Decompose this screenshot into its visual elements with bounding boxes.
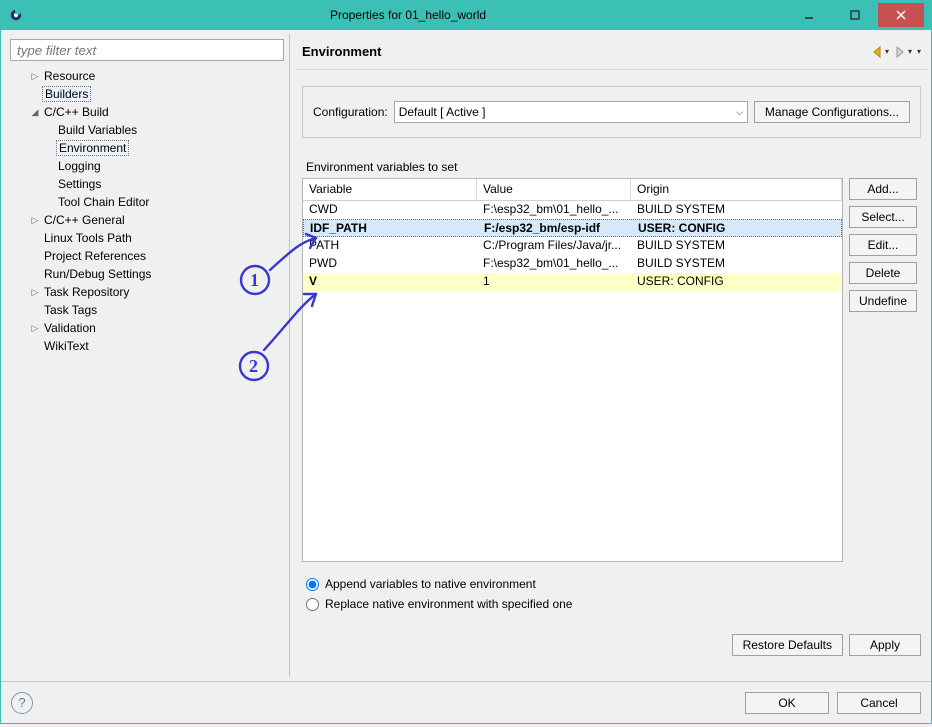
column-variable[interactable]: Variable <box>303 179 477 200</box>
delete-button[interactable]: Delete <box>849 262 917 284</box>
cell-variable: CWD <box>303 201 477 219</box>
configuration-value: Default [ Active ] <box>399 105 486 119</box>
table-row[interactable]: PATHC:/Program Files/Java/jr...BUILD SYS… <box>303 237 842 255</box>
category-tree[interactable]: ▷ResourceBuilders◢C/C++ BuildBuild Varia… <box>8 67 286 676</box>
apply-button[interactable]: Apply <box>849 634 921 656</box>
tree-item-label: Project References <box>42 249 148 263</box>
cell-variable: IDF_PATH <box>304 220 478 236</box>
configuration-label: Configuration: <box>313 105 388 119</box>
tree-item[interactable]: ▷C/C++ General <box>12 211 286 229</box>
tree-item-label: Tool Chain Editor <box>56 195 151 209</box>
replace-radio[interactable] <box>306 598 319 611</box>
cell-origin: USER: CONFIG <box>631 273 842 291</box>
cell-origin: USER: CONFIG <box>632 220 841 236</box>
category-tree-panel: ▷ResourceBuilders◢C/C++ BuildBuild Varia… <box>5 34 289 677</box>
table-row[interactable]: V1USER: CONFIG <box>303 273 842 291</box>
tree-item[interactable]: Tool Chain Editor <box>12 193 286 211</box>
nav-menu-icon[interactable]: ▾ <box>916 47 921 56</box>
dialog-footer: ? OK Cancel <box>1 681 931 723</box>
tree-item-label: Settings <box>56 177 103 191</box>
tree-item[interactable]: Run/Debug Settings <box>12 265 286 283</box>
app-icon <box>8 7 24 23</box>
restore-defaults-button[interactable]: Restore Defaults <box>732 634 843 656</box>
chevron-down-icon: ⌵ <box>736 107 743 118</box>
tree-item[interactable]: Project References <box>12 247 286 265</box>
tree-item[interactable]: ▷Validation <box>12 319 286 337</box>
table-row[interactable]: CWDF:\esp32_bm\01_hello_...BUILD SYSTEM <box>303 201 842 219</box>
tree-item[interactable]: Environment <box>12 139 286 157</box>
tree-expand-icon[interactable]: ▷ <box>28 287 42 298</box>
tree-item[interactable]: Linux Tools Path <box>12 229 286 247</box>
tree-item[interactable]: Task Tags <box>12 301 286 319</box>
ok-button[interactable]: OK <box>745 692 829 714</box>
tree-item-label: Task Tags <box>42 303 99 317</box>
add-button[interactable]: Add... <box>849 178 917 200</box>
env-vars-table[interactable]: Variable Value Origin CWDF:\esp32_bm\01_… <box>302 178 843 562</box>
nav-back-icon[interactable]: ▾ <box>870 45 889 59</box>
tree-item-label: WikiText <box>42 339 91 353</box>
tree-item-label: C/C++ Build <box>42 105 111 119</box>
cell-value: F:\esp32_bm\01_hello_... <box>477 201 631 219</box>
append-radio-label: Append variables to native environment <box>325 577 536 591</box>
configuration-group: Configuration: Default [ Active ] ⌵ Mana… <box>302 86 921 138</box>
tree-item[interactable]: ◢C/C++ Build <box>12 103 286 121</box>
cell-value: F:/esp32_bm/esp-idf <box>478 220 632 236</box>
window-titlebar: Properties for 01_hello_world <box>0 0 932 30</box>
page-title: Environment <box>302 44 870 59</box>
table-row[interactable]: IDF_PATHF:/esp32_bm/esp-idfUSER: CONFIG <box>303 219 842 237</box>
replace-radio-label: Replace native environment with specifie… <box>325 597 572 611</box>
tree-item-label: Resource <box>42 69 97 83</box>
properties-page: Environment ▾ ▾ ▾ Configuration: Default… <box>289 34 927 677</box>
cell-origin: BUILD SYSTEM <box>631 255 842 273</box>
column-origin[interactable]: Origin <box>631 179 842 200</box>
tree-item[interactable]: Settings <box>12 175 286 193</box>
tree-item[interactable]: Logging <box>12 157 286 175</box>
cell-variable: V <box>303 273 477 291</box>
table-row[interactable]: PWDF:\esp32_bm\01_hello_...BUILD SYSTEM <box>303 255 842 273</box>
column-value[interactable]: Value <box>477 179 631 200</box>
tree-item[interactable]: ▷Resource <box>12 67 286 85</box>
tree-item-label: Linux Tools Path <box>42 231 134 245</box>
window-title: Properties for 01_hello_world <box>30 8 786 22</box>
cell-value: F:\esp32_bm\01_hello_... <box>477 255 631 273</box>
filter-input[interactable] <box>10 39 284 61</box>
manage-configurations-button[interactable]: Manage Configurations... <box>754 101 910 123</box>
nav-forward-icon[interactable]: ▾ <box>893 45 912 59</box>
cell-origin: BUILD SYSTEM <box>631 201 842 219</box>
tree-item-label: Validation <box>42 321 98 335</box>
tree-item-label: Run/Debug Settings <box>42 267 153 281</box>
tree-expand-icon[interactable]: ▷ <box>28 323 42 334</box>
tree-item[interactable]: Builders <box>12 85 286 103</box>
tree-item[interactable]: Build Variables <box>12 121 286 139</box>
tree-item-label: Task Repository <box>42 285 131 299</box>
cancel-button[interactable]: Cancel <box>837 692 921 714</box>
select-button[interactable]: Select... <box>849 206 917 228</box>
tree-item[interactable]: WikiText <box>12 337 286 355</box>
help-icon[interactable]: ? <box>11 692 33 714</box>
cell-value: C:/Program Files/Java/jr... <box>477 237 631 255</box>
tree-item-label: Logging <box>56 159 103 173</box>
cell-variable: PWD <box>303 255 477 273</box>
append-radio[interactable] <box>306 578 319 591</box>
cell-origin: BUILD SYSTEM <box>631 237 842 255</box>
page-header: Environment ▾ ▾ ▾ <box>296 34 927 70</box>
cell-variable: PATH <box>303 237 477 255</box>
tree-expand-icon[interactable]: ▷ <box>28 71 42 82</box>
configuration-select[interactable]: Default [ Active ] ⌵ <box>394 101 748 123</box>
edit-button[interactable]: Edit... <box>849 234 917 256</box>
env-vars-label: Environment variables to set <box>306 160 921 174</box>
tree-item-label: Builders <box>42 86 91 102</box>
tree-item-label: C/C++ General <box>42 213 127 227</box>
tree-expand-icon[interactable]: ◢ <box>28 107 42 118</box>
undefine-button[interactable]: Undefine <box>849 290 917 312</box>
cell-value: 1 <box>477 273 631 291</box>
window-minimize-button[interactable] <box>786 3 832 27</box>
window-close-button[interactable] <box>878 3 924 27</box>
window-maximize-button[interactable] <box>832 3 878 27</box>
tree-item[interactable]: ▷Task Repository <box>12 283 286 301</box>
tree-item-label: Build Variables <box>56 123 139 137</box>
tree-expand-icon[interactable]: ▷ <box>28 215 42 226</box>
tree-item-label: Environment <box>56 140 129 156</box>
